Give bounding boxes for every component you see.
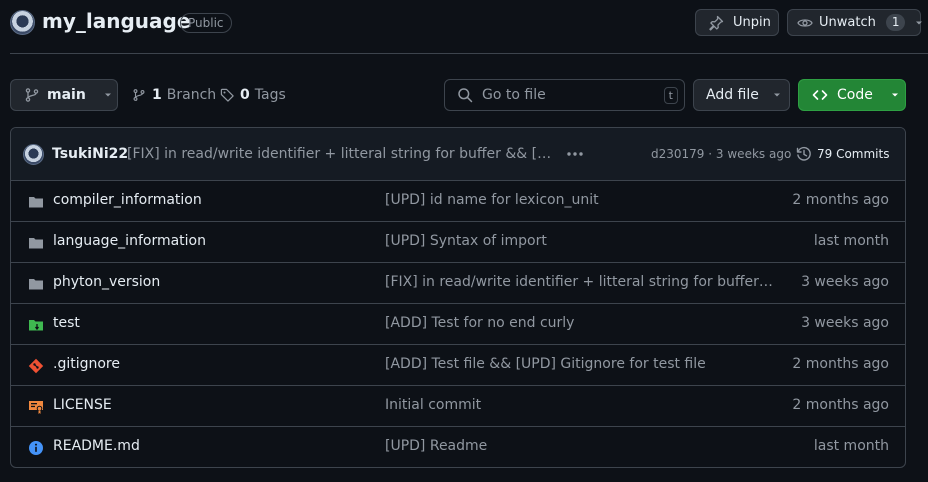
file-commit-message[interactable]: [UPD] id name for lexicon_unit [385,192,775,208]
git-branch-icon [132,87,146,103]
branch-label: Branch [166,87,217,103]
file-name[interactable]: language_information [53,233,206,249]
file-commit-age: 2 months ago [792,192,889,208]
ellipsis-icon [566,151,584,157]
file-row[interactable]: phyton_version [FIX] in read/write identi… [11,263,905,304]
tags-link[interactable]: 0 Tags [220,87,286,103]
code-label: Code [837,87,873,103]
go-to-file-input[interactable]: Go to file t [444,79,685,111]
file-commit-message[interactable]: Initial commit [385,397,775,413]
folder-icon [28,276,44,292]
file-row[interactable]: LICENSE Initial commit 2 months ago [11,386,905,427]
branch-count: 1 [152,87,162,103]
branches-link[interactable]: 1 Branch [132,87,216,103]
commit-sha-age: d230179 · 3 weeks ago [651,147,791,161]
chevron-down-icon [772,90,782,100]
chevron-down-icon [103,90,113,100]
commit-sha[interactable]: d230179 [651,147,704,161]
info-icon [28,440,44,456]
branch-name: main [47,87,86,103]
branch-selector[interactable]: main [10,79,118,111]
submodule-folder-icon [28,317,44,333]
chevron-down-icon [890,90,900,100]
file-row[interactable]: compiler_information [UPD] id name for le… [11,181,905,222]
header-divider [10,53,928,54]
file-commit-message[interactable]: [FIX] in read/write identifier + littera… [385,274,775,290]
file-name[interactable]: test [53,315,80,331]
separator-dot: · [708,147,713,161]
file-name[interactable]: LICENSE [53,397,112,413]
file-commit-message[interactable]: [ADD] Test file && [UPD] Gitignore for t… [385,356,775,372]
code-icon [812,87,828,103]
file-name[interactable]: README.md [53,438,140,454]
tag-icon [220,87,235,103]
file-commit-age: last month [813,438,889,454]
commits-history-link[interactable]: 79 Commits [796,146,889,162]
file-name[interactable]: phyton_version [53,274,160,290]
file-commit-age: 2 months ago [792,397,889,413]
history-icon [796,146,812,162]
chevron-down-icon [914,18,924,28]
expand-commit-button[interactable] [564,145,586,162]
visibility-badge: Public [180,13,232,33]
file-commit-message[interactable]: [UPD] Readme [385,438,775,454]
commit-message[interactable]: [FIX] in read/write identifier + littera… [127,146,555,162]
unpin-button[interactable]: Unpin [695,9,779,36]
author-avatar[interactable] [23,144,44,165]
search-placeholder: Go to file [482,87,546,103]
commit-count: 79 Commits [817,147,890,161]
unwatch-button[interactable]: Unwatch 1 [787,9,924,36]
git-branch-icon [24,87,40,103]
file-commit-age: 3 weeks ago [801,274,889,290]
file-commit-message[interactable]: [UPD] Syntax of import [385,233,775,249]
add-file-button[interactable]: Add file [693,79,790,111]
repo-owner-avatar[interactable] [10,10,35,35]
latest-commit-bar: TsukiNi22 [FIX] in read/write identifier… [11,128,905,181]
watch-count: 1 [885,14,906,31]
file-row[interactable]: .gitignore [ADD] Test file && [UPD] Gitig… [11,345,905,386]
file-row[interactable]: README.md [UPD] Readme last month [11,427,905,467]
add-file-label: Add file [706,87,759,103]
repo-name[interactable]: my_language [42,9,190,33]
search-icon [457,87,473,103]
tag-label: Tags [254,87,286,103]
file-name[interactable]: .gitignore [53,356,120,372]
unpin-label: Unpin [733,15,771,30]
unwatch-label: Unwatch [819,15,876,30]
code-button[interactable]: Code [798,79,906,111]
commit-author[interactable]: TsukiNi22 [52,146,128,162]
file-row[interactable]: test [ADD] Test for no end curly 3 weeks a… [11,304,905,345]
pin-icon [708,15,724,31]
shortcut-key-hint: t [663,87,678,104]
commit-age: 3 weeks ago [715,147,792,161]
license-icon [28,399,44,415]
file-commit-age: 3 weeks ago [801,315,889,331]
file-commit-message[interactable]: [ADD] Test for no end curly [385,315,775,331]
file-row[interactable]: language_information [UPD] Syntax of impo… [11,222,905,263]
file-list: TsukiNi22 [FIX] in read/write identifier… [10,127,906,468]
file-commit-age: 2 months ago [792,356,889,372]
folder-icon [28,194,44,210]
tag-count: 0 [240,87,250,103]
folder-icon [28,235,44,251]
git-file-icon [28,358,44,374]
file-commit-age: last month [813,233,889,249]
file-name[interactable]: compiler_information [53,192,202,208]
eye-icon [797,15,813,31]
